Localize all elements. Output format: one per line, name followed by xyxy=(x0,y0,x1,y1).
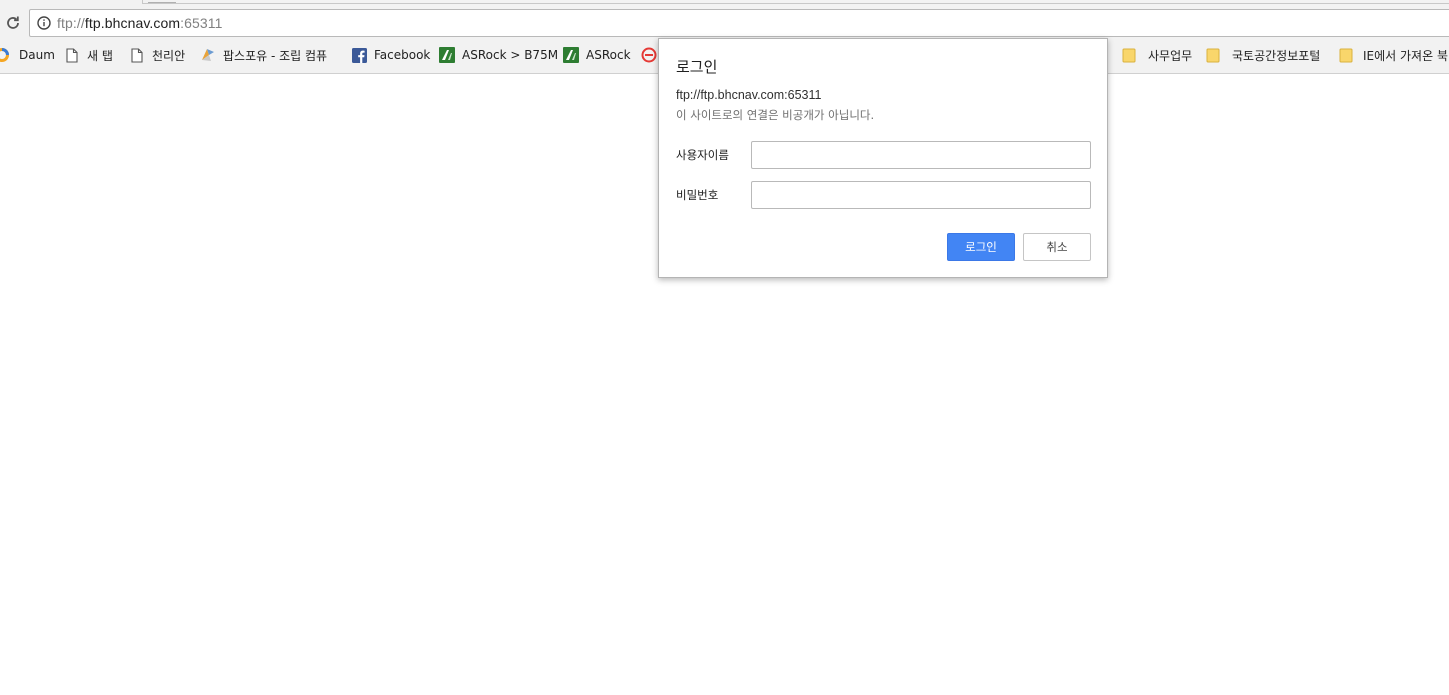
bookmark-label: 사무업무 xyxy=(1148,48,1193,63)
page-icon xyxy=(129,47,145,63)
login-button[interactable]: 로그인 xyxy=(947,233,1015,261)
no-entry-icon xyxy=(641,47,657,63)
dialog-title: 로그인 xyxy=(676,58,718,76)
address-bar[interactable]: ftp://ftp.bhcnav.com:65311 xyxy=(29,9,1449,37)
url-scheme: ftp:// xyxy=(57,15,85,31)
bookmark-popsforyou[interactable]: 팝스포유 - 조립 컴퓨 xyxy=(200,41,327,69)
login-dialog: 로그인 ftp://ftp.bhcnav.com:65311 이 사이트로의 연… xyxy=(658,38,1108,278)
bookmark-folder-portal[interactable]: 국토공간정보포털 xyxy=(1205,41,1320,69)
bookmark-label: IE에서 가져온 북 xyxy=(1363,48,1448,63)
url-text[interactable]: ftp://ftp.bhcnav.com:65311 xyxy=(57,15,223,31)
dialog-origin: ftp://ftp.bhcnav.com:65311 xyxy=(676,88,822,102)
bookmark-folder-office[interactable]: 사무업무 xyxy=(1121,41,1192,69)
bookmark-new-tab[interactable]: 새 탭 xyxy=(64,41,113,69)
bookmark-label: Daum xyxy=(19,48,55,62)
bookmark-asrock[interactable]: ASRock xyxy=(563,41,631,69)
cancel-button[interactable]: 취소 xyxy=(1023,233,1091,261)
tab-edge xyxy=(148,0,176,3)
reload-icon xyxy=(7,16,19,29)
popsforyou-icon xyxy=(200,47,216,63)
page-icon xyxy=(64,47,80,63)
asrock-icon xyxy=(563,47,579,63)
bookmark-label: 국토공간정보포털 xyxy=(1232,48,1321,63)
username-label: 사용자이름 xyxy=(676,148,729,162)
asrock-icon xyxy=(439,47,455,63)
bookmark-facebook[interactable]: Facebook xyxy=(351,41,430,69)
password-input[interactable] xyxy=(751,181,1091,209)
reload-button[interactable] xyxy=(2,12,24,34)
daum-logo-icon xyxy=(0,47,10,63)
bookmark-chollian[interactable]: 천리안 xyxy=(129,41,185,69)
bookmark-label: 새 탭 xyxy=(87,48,113,63)
facebook-icon xyxy=(351,47,367,63)
url-host: ftp.bhcnav.com xyxy=(84,15,181,31)
connection-warning: 이 사이트로의 연결은 비공개가 아닙니다. xyxy=(676,108,875,122)
tab-strip xyxy=(142,0,1449,4)
bookmark-daum[interactable]: Daum xyxy=(0,41,55,69)
folder-icon xyxy=(1338,47,1354,63)
bookmark-asrock-b75m[interactable]: ASRock > B75M xyxy=(439,41,558,69)
bookmark-label: ASRock xyxy=(586,48,631,62)
bookmark-folder-ie-import[interactable]: IE에서 가져온 북 xyxy=(1338,41,1448,69)
bookmark-label: 천리안 xyxy=(152,48,186,63)
folder-icon xyxy=(1121,47,1137,63)
folder-icon xyxy=(1205,47,1221,63)
bookmark-label: 팝스포유 - 조립 컴퓨 xyxy=(223,48,328,63)
username-input[interactable] xyxy=(751,141,1091,169)
info-icon[interactable] xyxy=(36,15,52,31)
bookmark-label: ASRock > B75M xyxy=(462,48,559,62)
password-label: 비밀번호 xyxy=(676,188,719,202)
url-port: :65311 xyxy=(180,15,223,31)
bookmark-label: Facebook xyxy=(374,48,431,62)
